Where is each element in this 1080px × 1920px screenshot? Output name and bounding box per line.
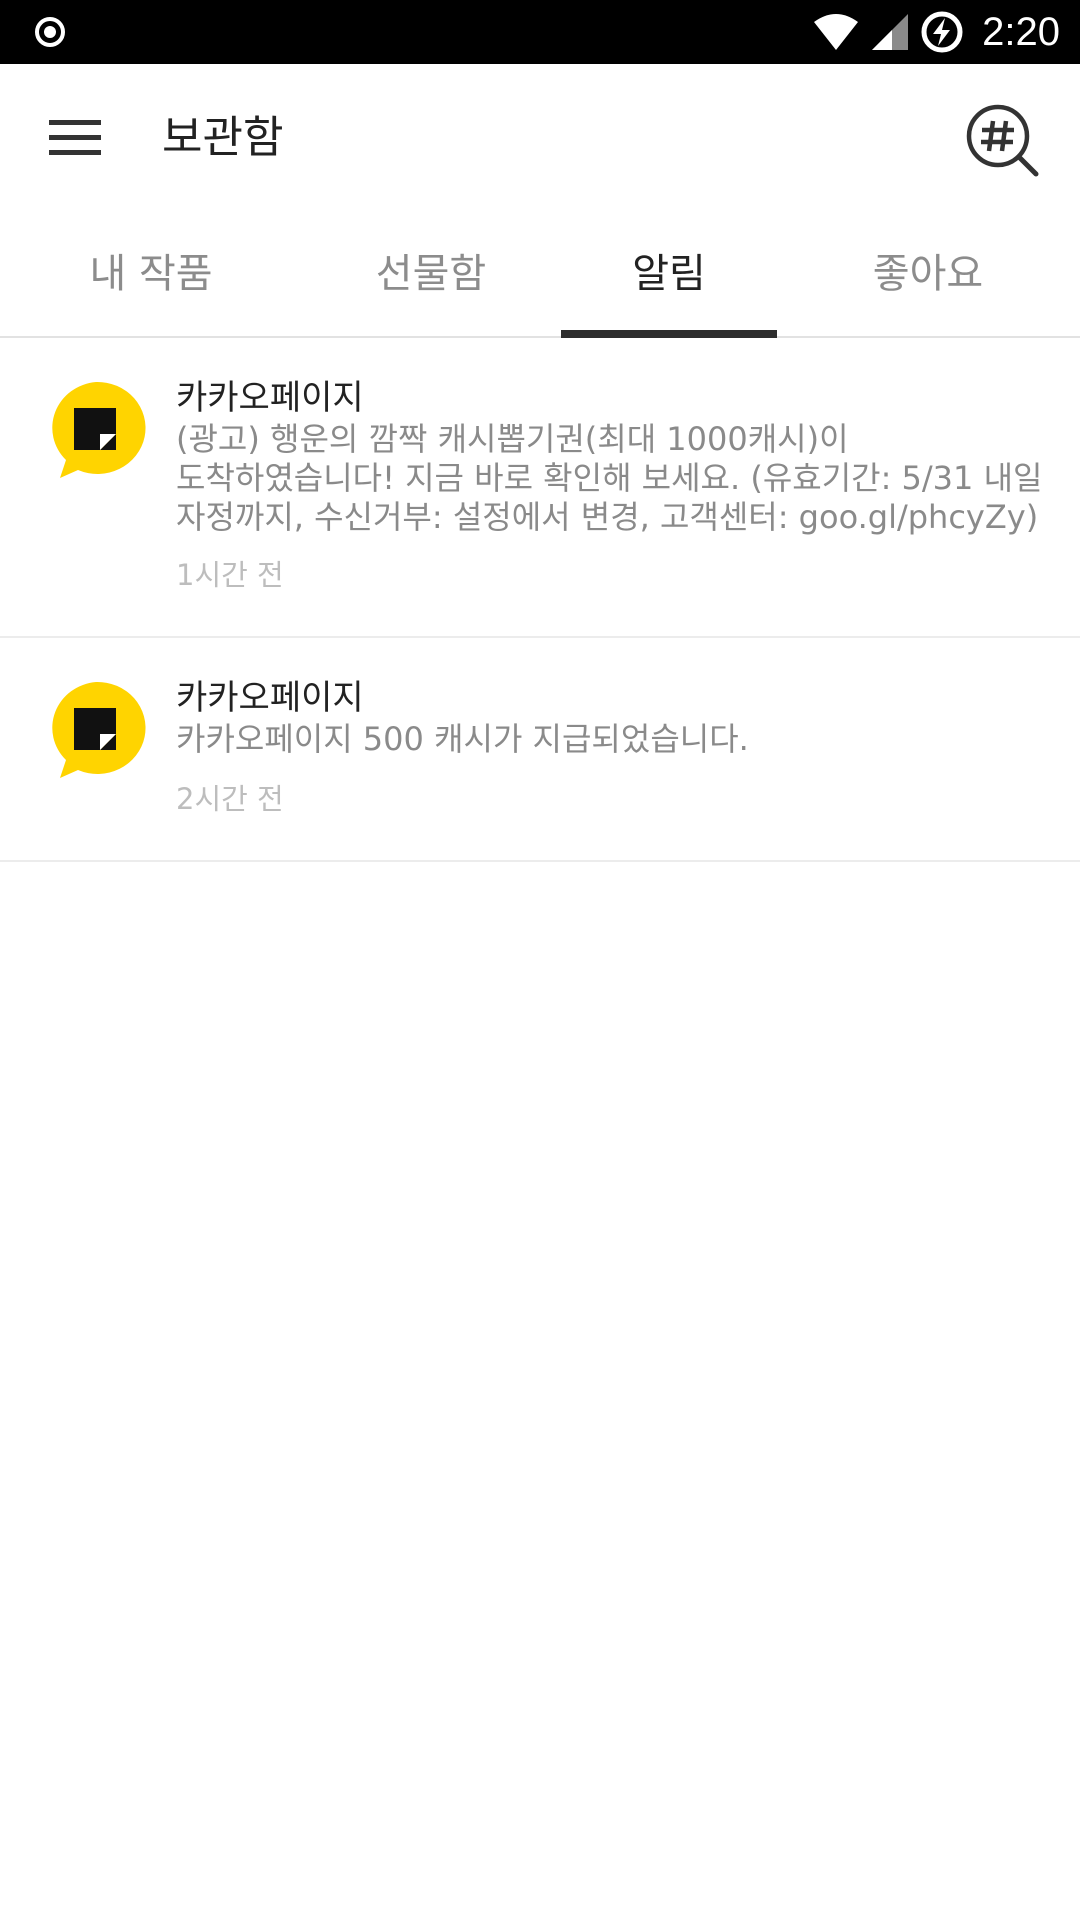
notification-sender: 카카오페이지 — [176, 678, 364, 718]
status-time: 2:20 — [982, 9, 1060, 54]
tab-notifications[interactable]: 알림 — [632, 248, 706, 300]
status-icons: 2:20 — [802, 0, 1060, 64]
notification-timestamp: 1시간 전 — [176, 558, 284, 592]
notification-message: (광고) 행운의 깜짝 캐시뽑기권(최대 1000캐시)이 도착하였습니다! 지… — [176, 420, 1043, 536]
status-bar: 2:20 — [0, 0, 1080, 64]
tab-bar: 내 작품 선물함 알림 좋아요 — [0, 214, 1080, 338]
tab-likes[interactable]: 좋아요 — [873, 248, 983, 300]
tab-gift-box[interactable]: 선물함 — [376, 248, 486, 300]
page-title: 보관함 — [162, 112, 284, 163]
hashtag-search-icon[interactable] — [964, 102, 1044, 182]
record-icon — [35, 17, 65, 47]
kakaopage-logo-icon — [52, 681, 146, 778]
battery-charging-icon — [920, 10, 964, 54]
wifi-icon — [812, 12, 860, 52]
active-tab-indicator — [561, 330, 777, 338]
kakaopage-logo-icon — [52, 381, 146, 478]
notification-message: 카카오페이지 500 캐시가 지급되었습니다. — [176, 720, 749, 758]
tab-my-works[interactable]: 내 작품 — [89, 248, 212, 300]
notification-sender: 카카오페이지 — [176, 378, 364, 418]
signal-icon — [870, 12, 910, 52]
notification-item[interactable]: 카카오페이지 카카오페이지 500 캐시가 지급되었습니다. 2시간 전 — [0, 638, 1080, 862]
notification-item[interactable]: 카카오페이지 (광고) 행운의 깜짝 캐시뽑기권(최대 1000캐시)이 도착하… — [0, 338, 1080, 638]
hamburger-menu-icon[interactable] — [40, 108, 110, 168]
notification-timestamp: 2시간 전 — [176, 782, 284, 816]
notification-list: 카카오페이지 (광고) 행운의 깜짝 캐시뽑기권(최대 1000캐시)이 도착하… — [0, 338, 1080, 862]
app-bar: 보관함 — [0, 64, 1080, 214]
